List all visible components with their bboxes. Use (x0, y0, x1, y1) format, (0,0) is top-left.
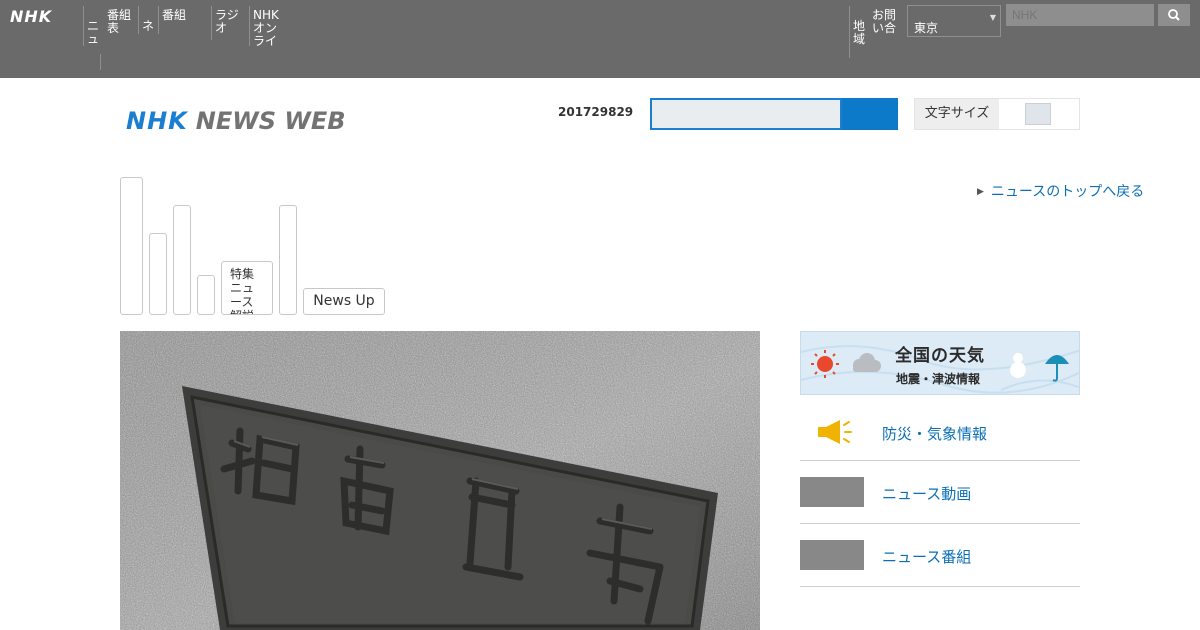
logo-nhk-text: NHK (126, 107, 188, 135)
region-select-value: 東京 (914, 21, 939, 35)
global-nav-region[interactable]: 地域 (849, 6, 867, 58)
global-nav-bar: NHK ニュース 番組表 ネット配信 番組 ラジオ NHKオンライン 地域 お問… (0, 0, 1200, 78)
global-nav-contact[interactable]: お問い合わせ (869, 6, 905, 35)
font-size-toggle[interactable] (1025, 103, 1051, 125)
global-nav-news[interactable]: ニュース (83, 6, 104, 46)
nav-tab-3[interactable] (173, 205, 191, 315)
nav-tab-4[interactable] (197, 275, 215, 315)
sidebar-item-label: 防災・気象情報 (882, 425, 988, 443)
global-nav-divider (100, 54, 101, 70)
megaphone-icon (818, 420, 852, 444)
article-photo[interactable] (120, 331, 760, 630)
font-size-label: 文字サイズ (915, 99, 999, 129)
cloud-icon (853, 353, 881, 372)
region-select[interactable]: 東京 ▼ (907, 5, 1001, 37)
global-nav-streaming[interactable]: ネット配信 (138, 6, 158, 34)
header-date: 201729829 (558, 105, 634, 119)
global-nav-programs[interactable]: 番組 (158, 6, 204, 34)
nav-tab-news-up[interactable]: News Up (303, 288, 385, 315)
global-nav-online[interactable]: NHKオンライン (249, 6, 285, 46)
weather-title: 全国の天気 (895, 346, 985, 366)
nav-tab-6[interactable] (279, 205, 297, 315)
weather-subtitle: 地震・津波情報 (896, 372, 981, 386)
back-to-top-link[interactable]: ▶ ニュースのトップへ戻る (977, 181, 1144, 201)
weather-banner[interactable]: 全国の天気 地震・津波情報 (800, 331, 1080, 395)
video-thumbnail (800, 477, 864, 507)
back-to-top-label: ニュースのトップへ戻る (990, 184, 1145, 200)
global-search-input[interactable] (1006, 4, 1154, 26)
play-arrow-icon: ▶ (977, 187, 984, 197)
sidebar-item-label: ニュース動画 (882, 485, 972, 503)
sidebar-item-programs[interactable]: ニュース番組 (800, 524, 1080, 587)
snowman-icon (1010, 353, 1026, 378)
nav-tab-1[interactable] (120, 177, 143, 315)
nav-tab-special[interactable]: 特集ニュース解説 (221, 261, 273, 315)
site-search-button[interactable] (842, 98, 898, 130)
chevron-down-icon: ▼ (989, 13, 996, 22)
program-thumbnail (800, 540, 864, 570)
sidebar-item-video[interactable]: ニュース動画 (800, 461, 1080, 524)
site-search-input[interactable] (650, 98, 842, 130)
sidebar-item-label: ニュース番組 (882, 548, 972, 566)
nav-tab-2[interactable] (149, 233, 167, 315)
sun-icon (811, 350, 839, 378)
logo-newsweb-text: NEWS WEB (195, 107, 346, 135)
global-nav-schedule[interactable]: 番組表 (104, 6, 141, 35)
sidebar-item-disaster[interactable]: 防災・気象情報 (800, 405, 1080, 461)
nhk-global-logo[interactable]: NHK (10, 7, 52, 26)
global-nav-radio[interactable]: ラジオ (211, 6, 249, 40)
granite-sign-image (120, 331, 760, 630)
font-size-settings[interactable]: 文字サイズ (914, 98, 1080, 130)
search-icon (1168, 9, 1180, 21)
news-web-logo[interactable]: NHK NEWS WEB (126, 106, 346, 136)
global-search-button[interactable] (1158, 4, 1190, 26)
